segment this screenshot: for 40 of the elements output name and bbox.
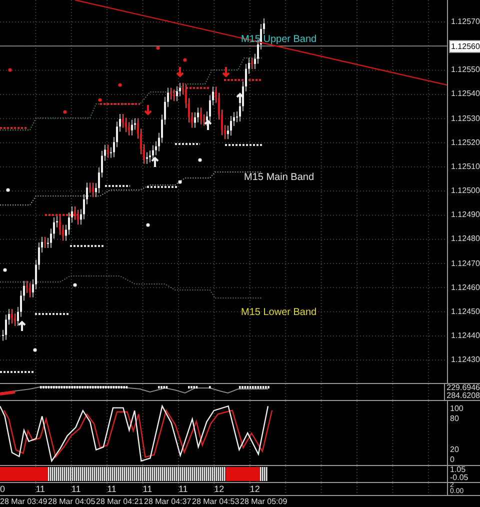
scale-label: 100 — [450, 404, 464, 414]
price-label: 1.12540 — [450, 88, 480, 100]
price-label: 1.12440 — [450, 330, 480, 341]
time-label: 28 Mar 04:05 — [48, 496, 96, 507]
bar-count: 11 — [142, 483, 154, 495]
price-label: 1.12560 — [449, 40, 480, 54]
time-label: 28 Mar 05:09 — [240, 496, 288, 507]
price-label: 1.12530 — [450, 112, 480, 124]
price-label: 1.12570 — [450, 16, 480, 27]
bar-count: 11 — [36, 483, 46, 495]
band-label: M15 Lower Band — [241, 307, 317, 319]
scale-label: 1.05 — [450, 466, 467, 474]
band-label: M15 Main Band — [244, 172, 314, 184]
bar-count: 0 — [0, 483, 6, 495]
bar-count: 11 — [71, 483, 82, 495]
price-label: 1.12480 — [450, 233, 480, 244]
scale-label: -0.05 — [450, 474, 470, 482]
price-label: 1.12550 — [450, 64, 480, 76]
price-label: 1.12500 — [450, 185, 480, 196]
time-label: 28 Mar 04:21 — [96, 496, 144, 507]
bar-count: 12 — [250, 483, 261, 495]
price-label: 1.12520 — [450, 136, 480, 148]
price-label: 1.12490 — [450, 209, 480, 220]
scale-label: 229.6946 — [446, 384, 480, 392]
bar-count: 12 — [214, 483, 226, 495]
price-label: 1.12450 — [450, 306, 480, 317]
price-label: 1.12430 — [450, 354, 480, 366]
scale-label: 0 — [450, 455, 456, 465]
time-label: 28 Mar 04:53 — [192, 496, 240, 507]
price-label: 1.12470 — [450, 258, 480, 268]
scale-label: 20 — [450, 445, 460, 455]
time-label: 28 Mar 04:37 — [144, 496, 192, 507]
scale-label: 284.6208 — [446, 392, 480, 400]
price-label: 1.12460 — [450, 282, 480, 293]
bar-count: 11 — [178, 483, 189, 495]
signal-segment — [0, 390, 16, 396]
time-label: 28 Mar 03:49 — [0, 496, 48, 507]
bar-count: 11 — [107, 483, 118, 495]
price-label: 1.12510 — [450, 160, 480, 172]
scale-label: 80 — [450, 414, 460, 424]
